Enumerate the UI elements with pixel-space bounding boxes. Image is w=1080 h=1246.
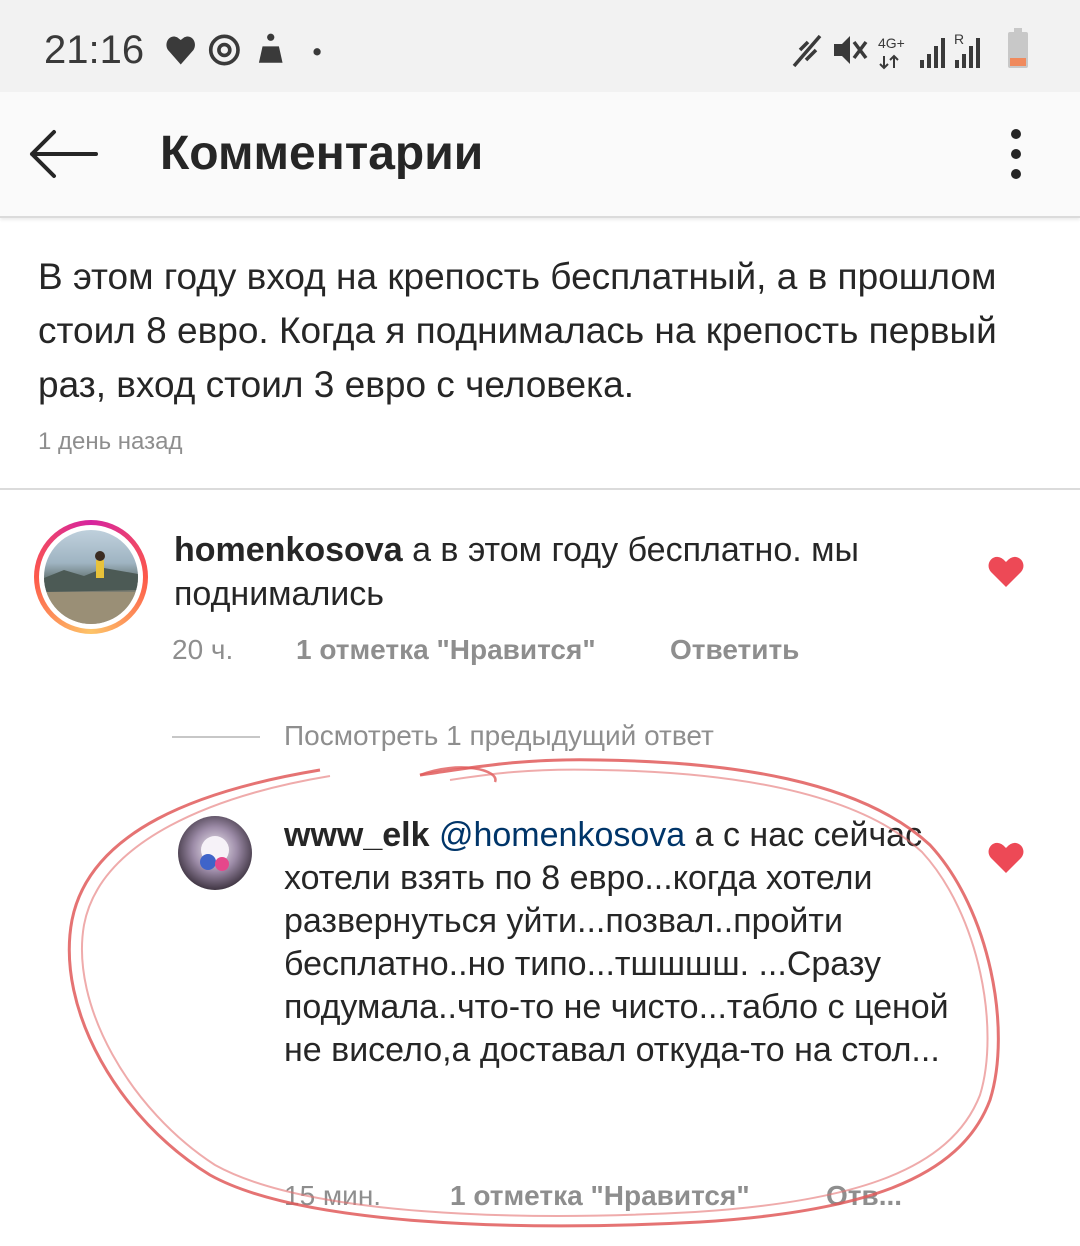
status-time: 21:16: [44, 28, 145, 72]
4g-icon: 4G+: [878, 35, 905, 51]
status-bar: 21:16 4G+ R: [0, 0, 1080, 92]
comment-body: homenkosova а в этом году бесплатно. мы …: [174, 528, 954, 616]
reply-body: www_elk @homenkosova а с нас сейчас хоте…: [284, 814, 964, 1072]
avatar: [44, 530, 138, 624]
page-title: Комментарии: [160, 127, 484, 180]
reply-button[interactable]: Ответить: [670, 634, 799, 666]
status-left-icons: [166, 33, 321, 66]
dot-icon: [313, 48, 321, 56]
reply-likes[interactable]: 1 отметка "Нравится": [450, 1180, 750, 1212]
avatar-story-ring[interactable]: [34, 520, 148, 634]
post-time: 1 день назад: [38, 428, 183, 455]
app-icon: [258, 33, 283, 63]
reply-username[interactable]: www_elk: [284, 816, 430, 854]
silent-icon: [792, 34, 822, 68]
app-bar: Комментарии: [0, 92, 1080, 218]
thread-line: [172, 736, 260, 738]
heart-icon: [166, 36, 195, 65]
reply-mention[interactable]: @homenkosova: [439, 816, 685, 854]
divider: [0, 488, 1080, 490]
comment-likes[interactable]: 1 отметка "Нравится": [296, 634, 596, 666]
mute-icon: [834, 36, 868, 64]
more-options-icon[interactable]: [996, 122, 1036, 186]
comment-username[interactable]: homenkosova: [174, 531, 403, 569]
battery-icon: [1008, 28, 1028, 68]
reply-time: 15 мин.: [284, 1180, 382, 1211]
like-heart-icon[interactable]: [988, 556, 1024, 588]
view-replies-label: Посмотреть 1 предыдущий ответ: [284, 720, 714, 751]
status-right-icons: 4G+ R: [792, 28, 1028, 70]
post-caption: В этом году вход на крепость бесплатный,…: [38, 256, 997, 405]
back-arrow-icon[interactable]: [26, 124, 100, 184]
signal-icon: [920, 38, 945, 68]
roaming-label: R: [954, 31, 964, 47]
notification-icon: [208, 34, 240, 66]
reply-avatar[interactable]: [178, 816, 252, 890]
reply-like-heart-icon[interactable]: [988, 842, 1024, 874]
reply-reply-button[interactable]: Отв...: [826, 1180, 902, 1212]
comment-time: 20 ч.: [172, 634, 234, 665]
